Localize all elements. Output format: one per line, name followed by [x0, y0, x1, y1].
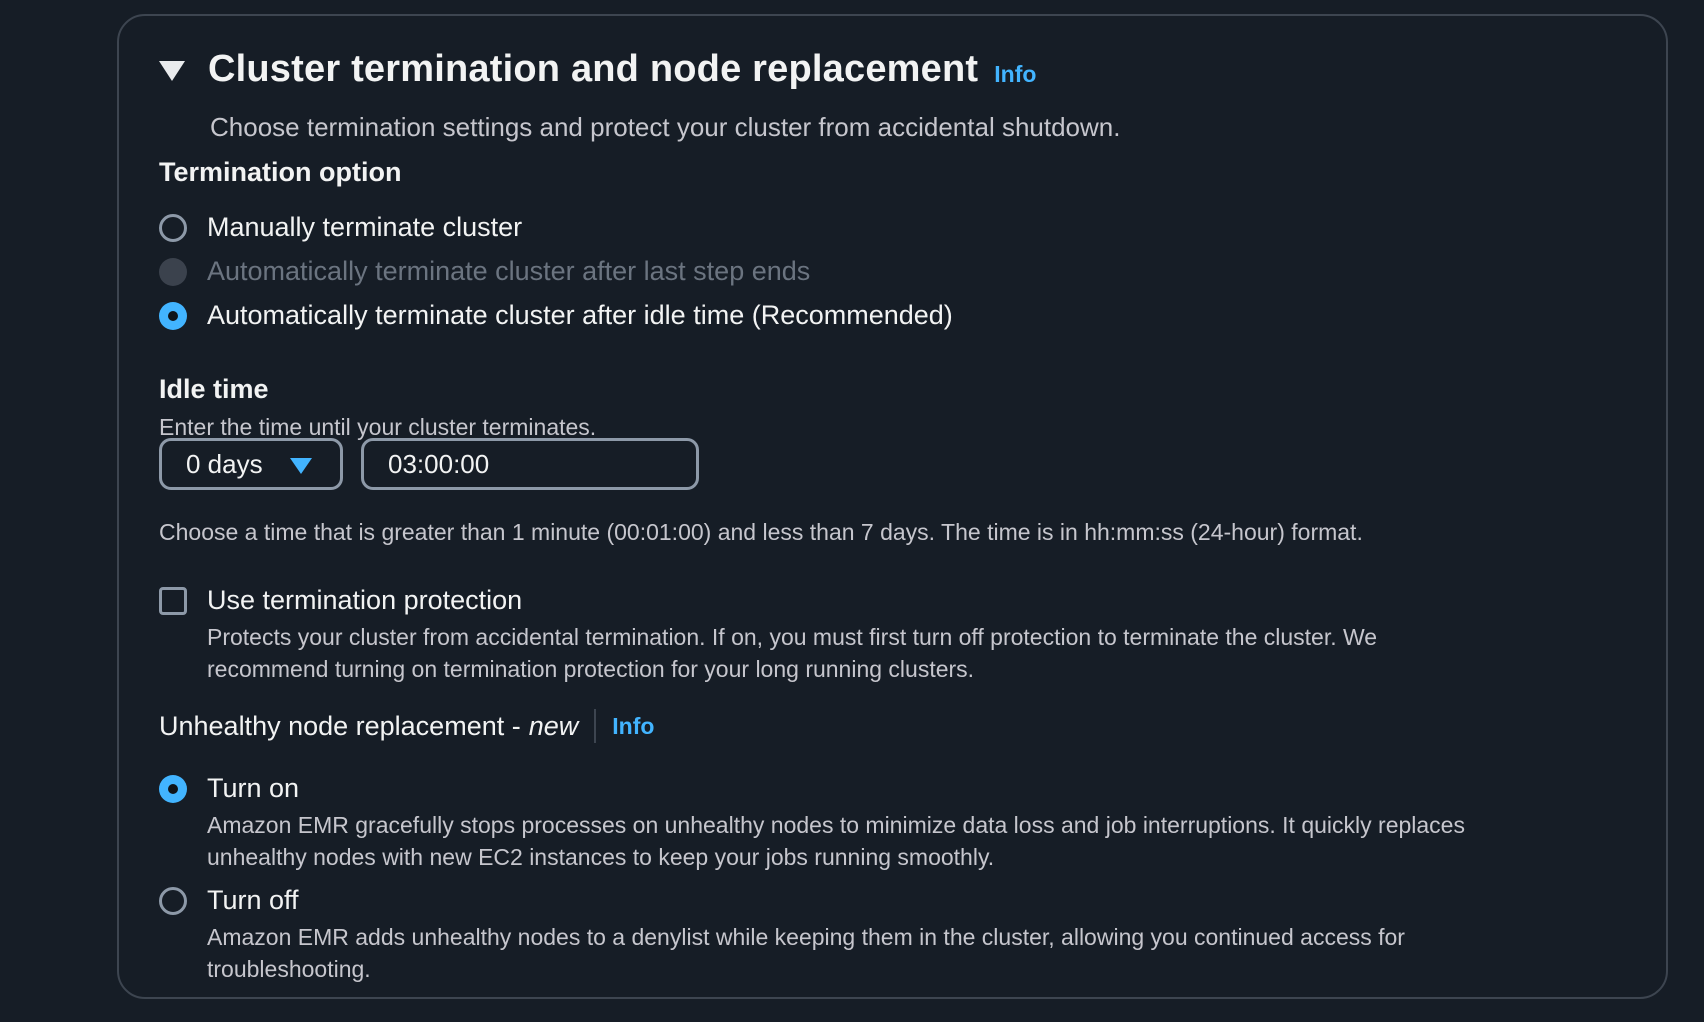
radio-button-selected[interactable]	[159, 301, 187, 330]
radio-label: Automatically terminate cluster after la…	[207, 256, 811, 286]
radio-terminate-after-idle[interactable]: Automatically terminate cluster after id…	[159, 300, 953, 331]
title-info-link[interactable]: Info	[994, 61, 1036, 88]
termination-protection-checkbox-row[interactable]: Use termination protection	[159, 585, 522, 616]
new-tag: new	[528, 710, 579, 741]
radio-label: Manually terminate cluster	[207, 212, 523, 242]
node-replacement-label-text: Unhealthy node replacement -	[159, 710, 521, 741]
turn-off-description-line1: Amazon EMR adds unhealthy nodes to a den…	[207, 924, 1405, 950]
idle-time-label: Idle time	[159, 374, 269, 404]
expand-caret-icon[interactable]	[159, 60, 185, 81]
divider	[594, 709, 597, 743]
checkbox[interactable]	[159, 586, 187, 615]
checkbox-label: Use termination protection	[207, 585, 523, 615]
turn-on-description-line2: unhealthy nodes with new EC2 instances t…	[207, 844, 995, 870]
termination-option-label: Termination option	[159, 157, 402, 187]
panel-header[interactable]: Cluster termination and node replacement…	[159, 48, 1036, 91]
radio-label: Turn off	[207, 885, 299, 915]
turn-on-description-line1: Amazon EMR gracefully stops processes on…	[207, 812, 1465, 838]
radio-button-selected[interactable]	[159, 774, 187, 803]
idle-time-input[interactable]	[361, 438, 699, 490]
radio-button[interactable]	[159, 886, 187, 915]
radio-manually-terminate[interactable]: Manually terminate cluster	[159, 212, 522, 243]
node-replacement-label: Unhealthy node replacement - new Info	[159, 709, 654, 743]
caret-down-icon	[290, 458, 312, 474]
radio-label: Automatically terminate cluster after id…	[207, 300, 953, 330]
radio-button-disabled	[159, 257, 187, 286]
panel-title: Cluster termination and node replacement	[208, 48, 979, 90]
cluster-termination-panel: Cluster termination and node replacement…	[117, 14, 1668, 999]
idle-time-constraint: Choose a time that is greater than 1 min…	[159, 519, 1363, 545]
radio-turn-on[interactable]: Turn on	[159, 773, 299, 804]
radio-button[interactable]	[159, 213, 187, 242]
days-select-value: 0 days	[186, 448, 263, 479]
protection-description-line2: recommend turning on termination protect…	[207, 656, 975, 682]
radio-terminate-after-last-step: Automatically terminate cluster after la…	[159, 256, 810, 287]
days-select[interactable]: 0 days	[159, 438, 343, 490]
radio-turn-off[interactable]: Turn off	[159, 885, 299, 916]
turn-off-description-line2: troubleshooting.	[207, 956, 371, 982]
protection-description-line1: Protects your cluster from accidental te…	[207, 624, 1378, 650]
radio-label: Turn on	[207, 773, 300, 803]
node-replacement-info-link[interactable]: Info	[612, 713, 654, 740]
panel-subtitle: Choose termination settings and protect …	[210, 112, 1121, 142]
